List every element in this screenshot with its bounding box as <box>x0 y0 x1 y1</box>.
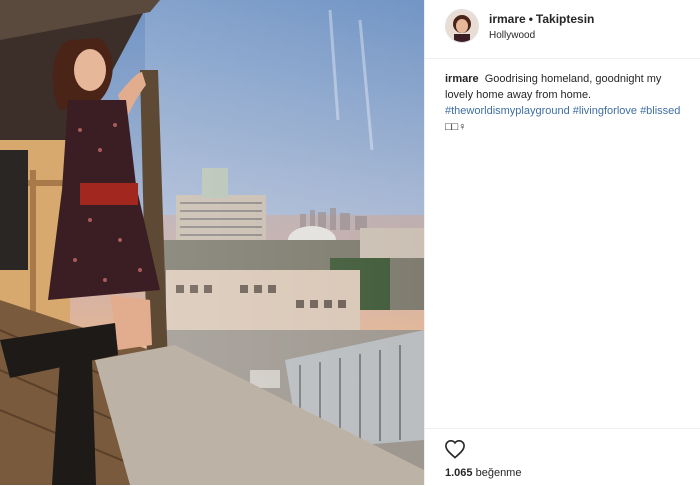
post-caption: irmare Goodrising homeland, goodnight my… <box>445 71 685 135</box>
likes-count[interactable]: 1.065 beğenme <box>445 467 521 479</box>
hashtag-link[interactable]: #blissed <box>640 105 680 117</box>
header-username-line: irmare • Takiptesin <box>489 12 594 26</box>
hashtag-link[interactable]: #theworldismyplayground <box>445 105 570 117</box>
post-sidebar: irmare • Takiptesin Hollywood irmare Goodr… <box>424 0 700 485</box>
avatar[interactable] <box>445 9 479 43</box>
hashtag-link[interactable]: #livingforlove <box>573 105 637 117</box>
post-photo[interactable] <box>0 0 424 485</box>
separator-dot: • <box>528 12 533 26</box>
likes-label: beğenme <box>475 467 522 479</box>
post-actions: 1.065 beğenme <box>425 428 700 486</box>
location-link[interactable]: Hollywood <box>489 30 535 41</box>
likes-number: 1.065 <box>445 467 473 479</box>
post-header: irmare • Takiptesin Hollywood <box>425 0 700 59</box>
heart-outline-icon[interactable] <box>444 439 466 459</box>
caption-username[interactable]: irmare <box>445 73 479 85</box>
caption-emoji: □□♀ <box>445 121 467 133</box>
following-button[interactable]: Takiptesin <box>536 12 594 26</box>
username-link[interactable]: irmare <box>489 12 526 26</box>
